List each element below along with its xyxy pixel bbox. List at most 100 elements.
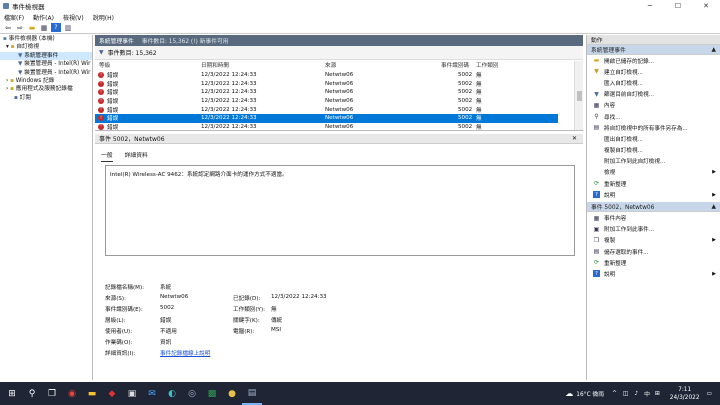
network-icon[interactable]: ◫ bbox=[623, 391, 628, 397]
cell-event-id: 5002 bbox=[458, 89, 473, 96]
column-category[interactable]: 工作類別 bbox=[476, 61, 498, 69]
clock[interactable]: 7:11 24/3/2022 bbox=[670, 386, 700, 402]
task-view-icon[interactable]: ❐ bbox=[42, 382, 62, 405]
app-red-icon[interactable]: ◆ bbox=[102, 382, 122, 405]
tree-windows-logs[interactable]: › ▪ Windows 記錄 bbox=[0, 77, 92, 85]
action-refresh[interactable]: ⟳ 重新整理 bbox=[587, 178, 720, 189]
back-icon[interactable]: ⇦ bbox=[3, 23, 13, 32]
tree-custom-views[interactable]: ▾ ▪ 自訂檢視 bbox=[0, 43, 92, 51]
action-open-saved-log[interactable]: ▬ 開啟已儲存的記錄... bbox=[587, 55, 720, 66]
column-source[interactable]: 來源 bbox=[325, 61, 336, 69]
menu-action[interactable]: 動作(A) bbox=[33, 13, 54, 22]
online-help-link[interactable]: 事件記錄檔線上說明 bbox=[160, 349, 210, 357]
table-row[interactable]: ! 錯誤 12/3/2022 12:24:33 Netwtw06 5002 無 bbox=[95, 105, 558, 114]
menu-file[interactable]: 檔案(F) bbox=[4, 13, 24, 22]
task-icon: ▣ bbox=[593, 225, 600, 233]
table-row[interactable]: ! 錯誤 12/3/2022 12:24:33 Netwtw06 5002 無 bbox=[95, 88, 558, 97]
label-more-info: 詳細資訊(I): bbox=[105, 351, 136, 357]
collapse-arrow-icon: ▲ bbox=[711, 46, 716, 53]
label-source: 來源(S): bbox=[105, 296, 126, 302]
tree-app-logs[interactable]: › ▪ 應用程式及服務記錄檔 bbox=[0, 85, 92, 93]
action-event-properties[interactable]: ▦ 事件內容 bbox=[587, 212, 720, 223]
table-row[interactable]: ! 錯誤 12/3/2022 12:24:33 Netwtw06 5002 無 bbox=[95, 71, 558, 80]
action-import-custom-view[interactable]: 匯入自訂檢視... bbox=[587, 77, 720, 88]
table-row[interactable]: ! 錯誤 12/3/2022 12:24:33 Netwtw06 5002 無 bbox=[95, 97, 558, 106]
value-logged: 12/3/2022 12:24:33 bbox=[271, 294, 327, 300]
file-explorer-icon[interactable]: ▬ bbox=[82, 382, 102, 405]
search-icon[interactable]: ⚲ bbox=[22, 382, 42, 405]
action-copy-custom-view[interactable]: 複製自訂檢視... bbox=[587, 145, 720, 156]
menu-help[interactable]: 說明(H) bbox=[93, 13, 114, 22]
column-date[interactable]: 日期和時間 bbox=[201, 61, 229, 69]
properties-icon[interactable]: ▦ bbox=[39, 23, 49, 32]
cell-category: 無 bbox=[476, 81, 482, 88]
store-icon[interactable]: ▣ bbox=[122, 382, 142, 405]
tree-device-manager-2[interactable]: ▼ 裝置管理員 - Intel(R) Wir bbox=[0, 69, 92, 77]
action-save-all-events[interactable]: ▤ 將自訂檢視中的所有事件另存為... bbox=[587, 122, 720, 133]
forward-icon[interactable]: ⇨ bbox=[15, 23, 25, 32]
action-create-custom-view[interactable]: ▼ 建立自訂檢視... bbox=[587, 66, 720, 77]
help-icon[interactable]: ? bbox=[51, 23, 61, 32]
panel-icon[interactable]: ▥ bbox=[63, 23, 73, 32]
grid-scrollbar[interactable] bbox=[574, 61, 583, 130]
maximize-button[interactable]: ☐ bbox=[664, 0, 692, 12]
action-find[interactable]: ⚲ 尋找... bbox=[587, 111, 720, 122]
weather-text[interactable]: 16°C 微雨 bbox=[576, 389, 604, 398]
table-row[interactable]: ! 錯誤 12/3/2022 12:24:33 Netwtw06 5002 無 bbox=[95, 80, 558, 89]
help-icon: ? bbox=[593, 191, 600, 199]
action-help[interactable]: ? 說明 ▶ bbox=[587, 189, 720, 200]
weather-icon[interactable]: ☁ bbox=[565, 389, 573, 398]
cell-date: 12/3/2022 12:24:33 bbox=[201, 72, 257, 79]
close-button[interactable]: ✕ bbox=[692, 0, 720, 12]
edge-icon[interactable]: ◐ bbox=[162, 382, 182, 405]
error-icon: ! bbox=[98, 80, 104, 87]
action-help-2[interactable]: ? 說明 ▶ bbox=[587, 268, 720, 279]
tree-device-manager-1[interactable]: ▼ 裝置管理員 - Intel(R) Wir bbox=[0, 60, 92, 68]
label-keywords: 關鍵字(K): bbox=[233, 318, 260, 324]
action-export-custom-view[interactable]: 匯出自訂檢視... bbox=[587, 133, 720, 144]
windows-start-icon[interactable]: ⊞ bbox=[2, 382, 22, 405]
action-attach-task-view[interactable]: 附加工作到此自訂檢視... bbox=[587, 156, 720, 167]
tree-root[interactable]: ▪ 事件檢視器 (本機) bbox=[0, 35, 92, 43]
action-save-selected[interactable]: ▤ 儲存選取的事件... bbox=[587, 246, 720, 257]
action-view[interactable]: 檢視 ▶ bbox=[587, 167, 720, 178]
cell-event-id: 5002 bbox=[458, 106, 473, 113]
action-copy[interactable]: ❐ 複製 ▶ bbox=[587, 235, 720, 246]
chrome-icon[interactable]: ◉ bbox=[62, 382, 82, 405]
tree-admin-events[interactable]: ▼ 系統管理事件 bbox=[0, 51, 92, 61]
minimize-button[interactable]: ─ bbox=[636, 0, 664, 12]
scrollbar-thumb[interactable] bbox=[577, 91, 582, 101]
label-log-name: 記錄檔名稱(M): bbox=[105, 285, 145, 291]
actions-pane: 動作 系統管理事件 ▲ ▬ 開啟已儲存的記錄... ▼ 建立自訂檢視... 匯入自訂檢… bbox=[586, 35, 720, 380]
mail-icon[interactable]: ✉ bbox=[142, 382, 162, 405]
ime-icon[interactable]: ⊞ bbox=[655, 391, 660, 397]
excel-icon[interactable]: ▩ bbox=[202, 382, 222, 405]
action-filter-current-view[interactable]: ▼ 篩選目前自訂檢視... bbox=[587, 89, 720, 100]
column-event-id[interactable]: 事件識別碼 bbox=[441, 61, 469, 69]
detail-close-button[interactable]: ✕ bbox=[572, 135, 577, 142]
action-refresh-2[interactable]: ⟳ 重新整理 bbox=[587, 257, 720, 268]
column-level[interactable]: 等級 bbox=[99, 61, 110, 69]
event-message[interactable]: Intel(R) Wireless-AC 9462：系統認定網路介面卡的運作方式… bbox=[105, 165, 575, 256]
folder-icon[interactable]: ▬ bbox=[27, 23, 37, 32]
app-yellow-icon[interactable]: ● bbox=[222, 382, 242, 405]
notification-icon[interactable]: ▭ bbox=[707, 391, 712, 397]
table-row[interactable]: ! 錯誤 12/3/2022 12:24:33 Netwtw06 5002 無 bbox=[95, 123, 558, 130]
menu-view[interactable]: 檢視(V) bbox=[63, 13, 84, 22]
chevron-up-icon[interactable]: ^ bbox=[612, 391, 617, 397]
actions-section-view[interactable]: 系統管理事件 ▲ bbox=[587, 45, 720, 55]
action-attach-task-event[interactable]: ▣ 附加工作到此事件... bbox=[587, 224, 720, 235]
system-tray: ☁ 16°C 微雨 ^ ◫ ♪ 中 ⊞ 7:11 24/3/2022 ▭ bbox=[565, 382, 712, 405]
action-properties[interactable]: ▦ 內容 bbox=[587, 100, 720, 111]
event-viewer-taskbar-icon[interactable]: ▤ bbox=[242, 382, 262, 405]
tree-subscriptions[interactable]: ▪ 訂閱 bbox=[0, 94, 92, 102]
steam-icon[interactable]: ◎ bbox=[182, 382, 202, 405]
actions-section-event[interactable]: 事件 5002，Netwtw06 ▲ bbox=[587, 202, 720, 213]
volume-icon[interactable]: ♪ bbox=[634, 391, 638, 397]
language-indicator[interactable]: 中 bbox=[644, 389, 650, 398]
table-row-selected[interactable]: ! 錯誤 12/3/2022 12:24:33 Netwtw06 5002 無 bbox=[95, 114, 558, 123]
filter-line: ▼ 事件數目: 15,362 bbox=[95, 46, 583, 60]
tab-details[interactable]: 詳細資料 bbox=[125, 150, 148, 162]
value-computer: MSI bbox=[271, 327, 282, 333]
tab-general[interactable]: 一般 bbox=[101, 150, 113, 162]
